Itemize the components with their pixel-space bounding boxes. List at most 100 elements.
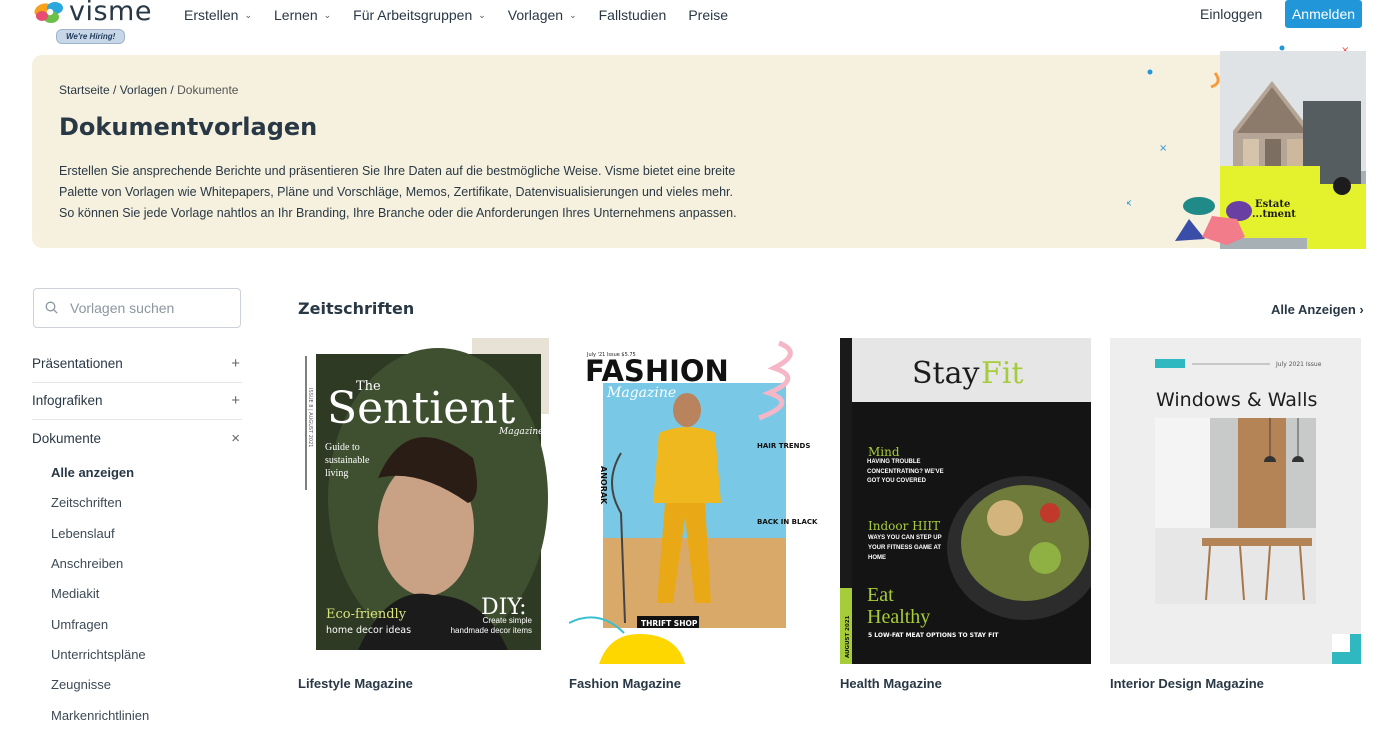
sidebar-item-markenrichtlinien[interactable]: Markenrichtlinien <box>51 700 242 730</box>
template-search <box>33 288 241 328</box>
category-sidebar: Präsentationen + Infografiken + Dokumente ×… <box>32 345 242 730</box>
category-praesentationen[interactable]: Präsentationen + <box>32 345 242 383</box>
cover-black: BACK IN BLACK <box>757 518 818 526</box>
category-label: Präsentationen <box>32 356 123 371</box>
search-input[interactable] <box>70 297 235 319</box>
cover-title: Sentient <box>327 383 516 434</box>
menu-vorlagen[interactable]: Vorlagen ⌄ <box>508 6 577 24</box>
template-thumbnail[interactable]: ISSUE 8 | AUGUST 2021 The Sentient Magaz… <box>298 338 549 664</box>
dokumente-subitems: Alle anzeigen Zeitschriften Lebenslauf A… <box>32 458 242 730</box>
sidebar-item-zeitschriften[interactable]: Zeitschriften <box>51 488 242 518</box>
card-caption[interactable]: Lifestyle Magazine <box>298 676 549 691</box>
category-label: Dokumente <box>32 431 101 446</box>
cover-hiit: Indoor HIIT <box>868 519 940 533</box>
cover-date: AUGUST 2021 <box>845 615 851 658</box>
breadcrumb-separator: / <box>167 83 177 97</box>
visme-logo[interactable]: visme We're Hiring! <box>33 2 163 44</box>
cover-title: Windows & Walls <box>1156 389 1317 411</box>
cover-hair: HAIR TRENDS <box>757 442 810 450</box>
cover-mind-sub: HAVING TROUBLE CONCENTRATING? WE'VE GOT … <box>867 458 957 487</box>
cover-diy-sub: Create simple handmade decor items <box>446 616 532 636</box>
hero-art-text-2: ...tment <box>1252 209 1296 220</box>
cover-eco: Eco-friendly <box>326 607 407 622</box>
logo-wordmark: visme <box>69 0 152 27</box>
category-label: Infografiken <box>32 393 103 408</box>
main-menu: Erstellen ⌄ Lernen ⌄ Für Arbeitsgruppen ⌄ V… <box>184 6 750 24</box>
cover-mind: Mind <box>868 445 900 459</box>
cover-issue: ISSUE 8 | AUGUST 2021 <box>307 388 313 447</box>
menu-erstellen[interactable]: Erstellen ⌄ <box>184 6 252 24</box>
breadcrumb-current: Dokumente <box>177 83 238 97</box>
breadcrumb: Startseite / Vorlagen / Dokumente <box>59 83 238 97</box>
cover-hiit-sub: WAYS YOU CAN STEP UP YOUR FITNESS GAME A… <box>868 533 956 563</box>
card-caption[interactable]: Fashion Magazine <box>569 676 820 691</box>
section-title: Zeitschriften <box>298 299 414 318</box>
template-card-health[interactable]: AUGUST 2021 Stay Fit Mind HAVING TROUBLE… <box>840 338 1091 691</box>
cover-eat-sub: 5 LOW-FAT MEAT OPTIONS TO STAY FIT <box>868 632 999 639</box>
chevron-down-icon: ⌄ <box>569 10 577 21</box>
chevron-right-icon: › <box>1359 302 1363 317</box>
template-card-fashion[interactable]: July '21 Issue $5.75 FASHION Magazine AN… <box>569 338 820 691</box>
menu-label: Vorlagen <box>508 7 563 23</box>
chevron-down-icon: ⌄ <box>244 10 252 21</box>
card-caption[interactable]: Interior Design Magazine <box>1110 676 1361 691</box>
menu-label: Preise <box>688 7 728 23</box>
top-nav: visme We're Hiring! Erstellen⌄ Lernen⌄ F… <box>0 0 1392 40</box>
svg-text:×: × <box>1127 198 1132 209</box>
login-link[interactable]: Einloggen <box>1200 6 1262 22</box>
card-caption[interactable]: Health Magazine <box>840 676 1091 691</box>
menu-fallstudien[interactable]: Fallstudien <box>599 6 667 24</box>
menu-arbeitsgruppen[interactable]: Für Arbeitsgruppen ⌄ <box>353 6 486 24</box>
template-thumbnail[interactable]: July '21 Issue $5.75 FASHION Magazine AN… <box>569 338 820 664</box>
sidebar-item-lebenslauf[interactable]: Lebenslauf <box>51 518 242 548</box>
hero-illustration: × × × Estate ...tment <box>1127 41 1367 251</box>
cover-subtitle: Magazine <box>498 427 543 437</box>
sidebar-item-zeugnisse[interactable]: Zeugnisse <box>51 670 242 700</box>
see-all-label: Alle Anzeigen <box>1271 302 1356 317</box>
search-icon <box>45 301 58 314</box>
breadcrumb-separator: / <box>110 83 120 97</box>
menu-label: Lernen <box>274 7 318 23</box>
cover-tagline: Guide to sustainable living <box>325 441 395 480</box>
sidebar-item-anschreiben[interactable]: Anschreiben <box>51 548 242 578</box>
category-dokumente[interactable]: Dokumente × <box>32 420 242 458</box>
plus-icon: + <box>231 355 240 372</box>
sidebar-item-umfragen[interactable]: Umfragen <box>51 609 242 639</box>
breadcrumb-templates[interactable]: Vorlagen <box>120 83 167 97</box>
menu-preise[interactable]: Preise <box>688 6 728 24</box>
sidebar-item-alle-anzeigen[interactable]: Alle anzeigen <box>51 458 242 488</box>
page-title: Dokumentvorlagen <box>59 113 317 141</box>
register-button[interactable]: Anmelden <box>1285 0 1362 28</box>
visme-logo-icon <box>33 0 69 26</box>
template-card-interior[interactable]: July 2021 Issue Windows & Walls Interior… <box>1110 338 1361 691</box>
cover-eat: Eat Healthy <box>867 584 957 628</box>
see-all-link[interactable]: Alle Anzeigen › <box>1271 302 1364 317</box>
cover-eco-sub: home decor ideas <box>326 625 411 636</box>
menu-lernen[interactable]: Lernen ⌄ <box>274 6 331 24</box>
sidebar-item-unterrichtsplaene[interactable]: Unterrichtspläne <box>51 639 242 669</box>
cover-issue: July 2021 Issue <box>1275 361 1322 368</box>
cover-thrift: THRIFT SHOP <box>641 619 698 628</box>
breadcrumb-home[interactable]: Startseite <box>59 83 110 97</box>
plus-icon: + <box>231 392 240 409</box>
sidebar-item-mediakit[interactable]: Mediakit <box>51 579 242 609</box>
template-card-lifestyle[interactable]: ISSUE 8 | AUGUST 2021 The Sentient Magaz… <box>298 338 549 691</box>
menu-label: Erstellen <box>184 7 238 23</box>
chevron-down-icon: ⌄ <box>324 10 332 21</box>
cover-title: FASHION <box>585 354 729 388</box>
menu-label: Für Arbeitsgruppen <box>353 7 472 23</box>
page-description: Erstellen Sie ansprechende Berichte und … <box>59 161 749 224</box>
category-infografiken[interactable]: Infografiken + <box>32 383 242 421</box>
cover-title-b: Fit <box>981 356 1023 391</box>
cover-subtitle: Magazine <box>606 385 676 401</box>
chevron-down-icon: ⌄ <box>478 10 486 21</box>
hiring-badge[interactable]: We're Hiring! <box>56 29 125 44</box>
close-icon: × <box>231 430 240 447</box>
menu-label: Fallstudien <box>599 7 667 23</box>
template-thumbnail[interactable]: AUGUST 2021 Stay Fit Mind HAVING TROUBLE… <box>840 338 1091 664</box>
cover-side: ANORAK <box>599 466 608 505</box>
cover-title-a: Stay <box>912 356 979 391</box>
svg-text:×: × <box>1159 143 1167 154</box>
hero-banner: Startseite / Vorlagen / Dokumente Dokume… <box>32 55 1362 248</box>
template-thumbnail[interactable]: July 2021 Issue Windows & Walls <box>1110 338 1361 664</box>
